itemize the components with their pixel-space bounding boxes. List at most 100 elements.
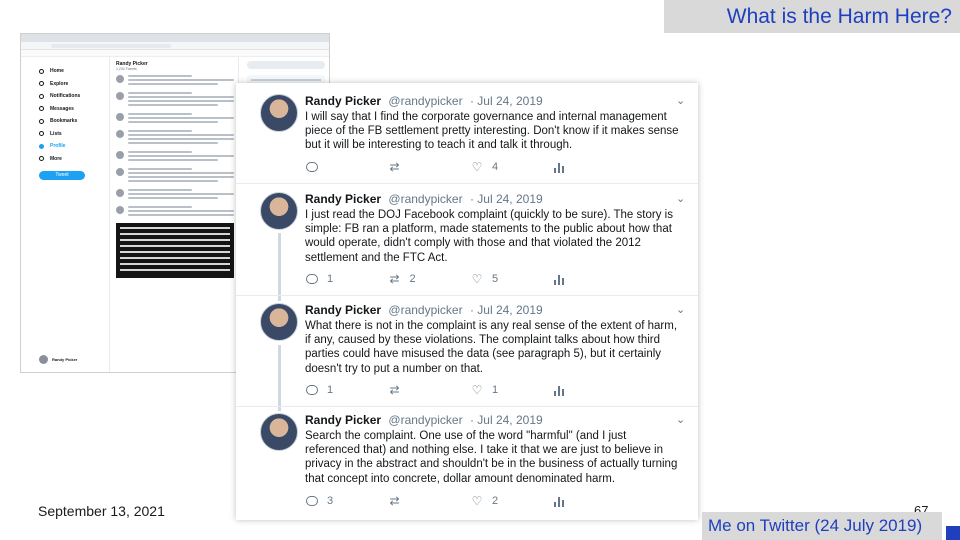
search-input	[247, 61, 325, 69]
tweet-date[interactable]: · Jul 24, 2019	[470, 192, 543, 206]
reply-icon	[306, 162, 318, 172]
like-button[interactable]: ♡ 4	[470, 160, 553, 174]
tweet-header: Randy Picker @randypicker · Jul 24, 2019	[305, 413, 543, 427]
browser-address-bar	[21, 42, 329, 50]
avatar[interactable]	[260, 303, 298, 341]
retweet-button[interactable]: ⇄	[388, 383, 471, 397]
tweet-handle[interactable]: @randypicker	[388, 303, 462, 317]
list-item	[116, 168, 234, 184]
reply-button[interactable]: 1	[305, 273, 388, 285]
heart-icon: ♡	[471, 272, 483, 286]
nav-item-home: Home	[39, 65, 106, 78]
nav-item-profile: Profile	[39, 140, 106, 153]
tweet-header: Randy Picker @randypicker · Jul 24, 2019	[305, 94, 543, 108]
caption: Me on Twitter (24 July 2019)	[708, 516, 923, 535]
tweet-header: Randy Picker @randypicker · Jul 24, 2019	[305, 303, 543, 317]
tweet-author-name[interactable]: Randy Picker	[305, 413, 381, 427]
tweet-actions: 1 ⇄ ♡ 1	[305, 383, 636, 397]
tweet-text: I will say that I find the corporate gov…	[305, 111, 679, 152]
tweet-actions: 3 ⇄ ♡ 2	[305, 494, 636, 508]
list-item	[116, 113, 234, 125]
chevron-down-icon[interactable]: ⌄	[676, 192, 685, 205]
like-button[interactable]: ♡ 1	[470, 383, 553, 397]
analytics-button[interactable]	[553, 495, 636, 507]
hashtag-icon	[39, 81, 44, 87]
retweet-icon: ⇄	[389, 383, 400, 397]
divider	[236, 295, 698, 296]
retweet-button[interactable]: ⇄ 2	[388, 272, 471, 286]
tweet-author-name[interactable]: Randy Picker	[305, 303, 381, 317]
list-item	[116, 92, 234, 108]
tweet-date[interactable]: · Jul 24, 2019	[470, 94, 543, 108]
like-button[interactable]: ♡ 2	[470, 494, 553, 508]
tweet-date[interactable]: · Jul 24, 2019	[470, 303, 543, 317]
reply-button[interactable]	[305, 161, 388, 173]
tweet-handle[interactable]: @randypicker	[388, 94, 462, 108]
tweet-handle[interactable]: @randypicker	[388, 192, 462, 206]
list-item	[116, 206, 234, 218]
more-icon	[39, 156, 44, 162]
reply-icon	[306, 274, 318, 284]
slide-date: September 13, 2021	[38, 503, 165, 519]
nav-item-notifications: Notifications	[39, 90, 106, 103]
bell-icon	[39, 93, 44, 99]
analytics-button[interactable]	[553, 384, 636, 396]
retweet-icon: ⇄	[389, 272, 400, 286]
tweet-author-name[interactable]: Randy Picker	[305, 94, 381, 108]
caption-bar: Me on Twitter (24 July 2019)	[702, 512, 942, 540]
profile-tweet-count: 1,234 Tweets	[116, 67, 137, 71]
avatar[interactable]	[260, 413, 298, 451]
twitter-sidebar: Home Explore Notifications Messages Book…	[21, 57, 106, 372]
slide: Home Explore Notifications Messages Book…	[0, 0, 960, 540]
page-title: What is the Harm Here?	[726, 5, 952, 28]
tweet-text: I just read the DOJ Facebook complaint (…	[305, 209, 673, 264]
tweet-button: Tweet	[39, 171, 85, 180]
tweet-actions: 1 ⇄ 2 ♡ 5	[305, 272, 636, 286]
accent-square	[946, 526, 960, 540]
bar-chart-icon	[553, 274, 567, 285]
retweet-icon: ⇄	[389, 494, 400, 508]
heart-icon: ♡	[471, 160, 483, 174]
list-item	[116, 75, 234, 87]
tweet-handle[interactable]: @randypicker	[388, 413, 462, 427]
like-button[interactable]: ♡ 5	[470, 272, 553, 286]
bookmark-icon	[39, 118, 44, 124]
retweet-button[interactable]: ⇄	[388, 160, 471, 174]
bar-chart-icon	[553, 162, 567, 173]
reply-icon	[306, 385, 318, 395]
analytics-button[interactable]	[553, 273, 636, 285]
browser-tab-strip	[21, 34, 329, 42]
divider	[236, 406, 698, 407]
bar-chart-icon	[553, 385, 567, 396]
analytics-button[interactable]	[553, 161, 636, 173]
sidebar-user: Randy Picker	[39, 355, 77, 364]
chevron-down-icon[interactable]: ⌄	[676, 303, 685, 316]
tweet-header: Randy Picker @randypicker · Jul 24, 2019	[305, 192, 543, 206]
reply-button[interactable]: 1	[305, 384, 388, 396]
nav-item-lists: Lists	[39, 128, 106, 141]
thread-connector	[278, 345, 281, 411]
home-icon	[39, 68, 44, 74]
divider	[236, 183, 698, 184]
tweet-date[interactable]: · Jul 24, 2019	[470, 413, 543, 427]
chevron-down-icon[interactable]: ⌄	[676, 94, 685, 107]
chevron-down-icon[interactable]: ⌄	[676, 413, 685, 426]
avatar[interactable]	[260, 192, 298, 230]
retweet-button[interactable]: ⇄	[388, 494, 471, 508]
heart-icon: ♡	[471, 494, 483, 508]
thread-connector	[278, 233, 281, 301]
retweet-icon: ⇄	[389, 160, 400, 174]
reply-button[interactable]: 3	[305, 495, 388, 507]
list-item	[116, 130, 234, 146]
list-item	[116, 151, 234, 163]
heart-icon: ♡	[471, 383, 483, 397]
nav-item-more: More	[39, 153, 106, 166]
avatar[interactable]	[260, 94, 298, 132]
list-item	[116, 189, 234, 201]
tweet-thread: Randy Picker @randypicker · Jul 24, 2019…	[236, 83, 698, 520]
envelope-icon	[39, 106, 44, 112]
list-icon	[39, 131, 44, 137]
person-icon	[39, 143, 44, 149]
tweet-author-name[interactable]: Randy Picker	[305, 192, 381, 206]
bar-chart-icon	[553, 496, 567, 507]
